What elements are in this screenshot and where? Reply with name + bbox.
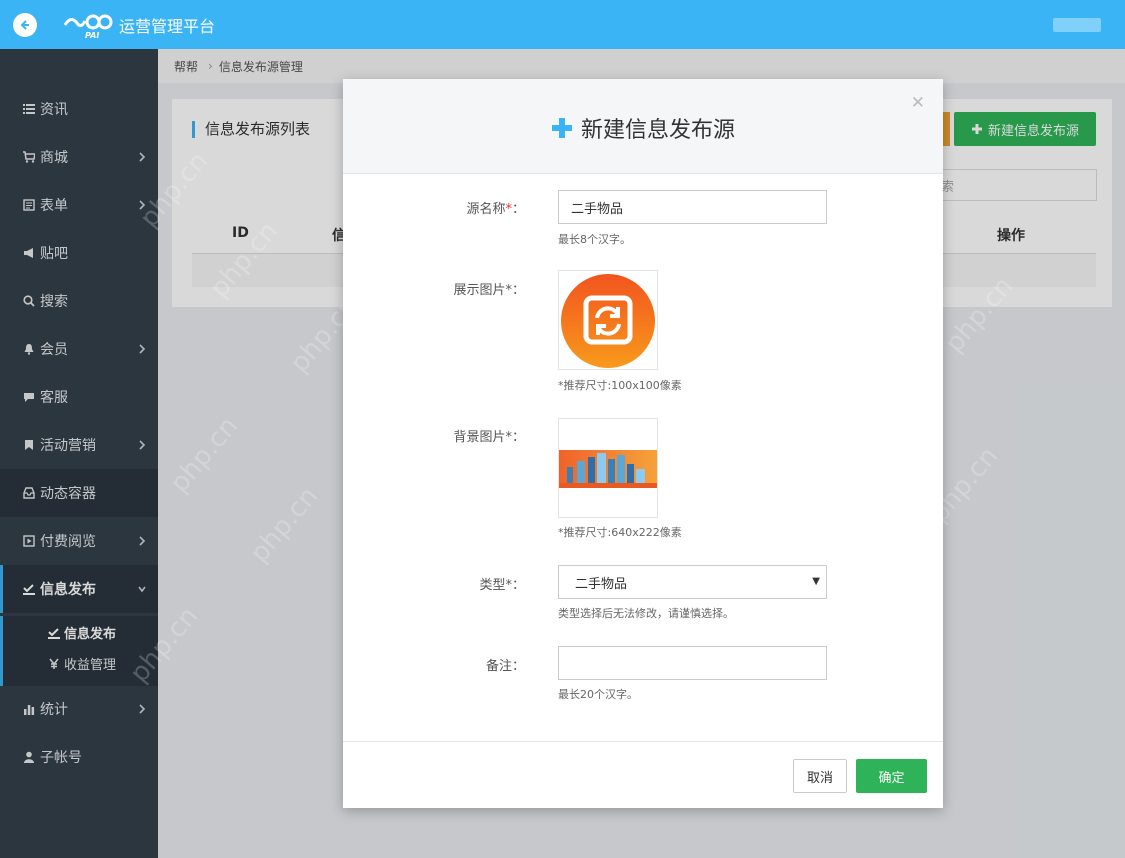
source-name-value: 二手物品 [571,201,624,217]
source-name-help: 最长8个汉字。 [558,233,631,246]
source-name-input[interactable]: 二手物品 [558,190,827,224]
label-colon: ： [511,283,525,298]
display-image-label: 展示图片*： [453,279,525,298]
svg-text:PAI: PAI [85,31,99,39]
display-image-help: *推荐尺寸:100x100像素 [558,379,682,392]
app-title: 运营管理平台 [119,16,216,36]
type-select-value: 二手物品 [575,576,628,592]
back-button[interactable] [0,0,49,49]
background-image-help: *推荐尺寸:640x222像素 [558,526,682,539]
modal-title-text: 新建信息发布源 [580,118,735,143]
top-bar: PAI 运营管理平台 [0,0,1125,49]
type-help: 类型选择后无法修改，请谨慎选择。 [558,607,734,620]
source-name-label: 源名称*： [466,198,525,217]
background-image-label: 背景图片*： [453,426,525,445]
type-label-text: 类型 [479,578,506,593]
label-colon: ： [511,202,525,217]
cancel-button[interactable]: 取消 [793,759,847,793]
type-select[interactable]: 二手物品 ▼ [558,565,827,599]
display-image-upload[interactable] [558,270,658,370]
remark-label-text: 备注 [485,659,512,674]
modal-header: 新建信息发布源 ✕ [343,79,943,174]
confirm-button[interactable]: 确定 [856,759,927,793]
label-colon: ： [511,659,525,674]
user-menu[interactable] [1053,18,1101,32]
modal-title: 新建信息发布源 [343,112,943,144]
label-colon: ： [511,578,525,593]
display-image-label-text: 展示图片 [453,283,506,298]
remark-label: 备注： [486,655,525,674]
back-arrow-icon [12,12,37,37]
caret-down-icon: ▼ [812,576,820,587]
modal-footer: 取消 确定 [343,741,943,808]
city-skyline-image [559,450,657,488]
type-label: 类型*： [479,574,525,593]
background-image-label-text: 背景图片 [453,430,506,445]
plus-icon [551,117,573,139]
remark-input[interactable] [558,646,827,680]
logo: PAI 运营管理平台 [63,11,215,39]
source-name-label-text: 源名称 [466,202,506,217]
background-image-upload[interactable] [558,418,658,518]
new-source-modal: 新建信息发布源 ✕ 源名称*： 二手物品 最长8个汉字。 展示图片*： *推荐尺… [343,79,943,808]
close-icon[interactable]: ✕ [911,93,925,113]
logo-icon: PAI [63,14,113,39]
refresh-icon [561,274,655,368]
label-colon: ： [511,430,525,445]
remark-help: 最长20个汉字。 [558,688,638,701]
